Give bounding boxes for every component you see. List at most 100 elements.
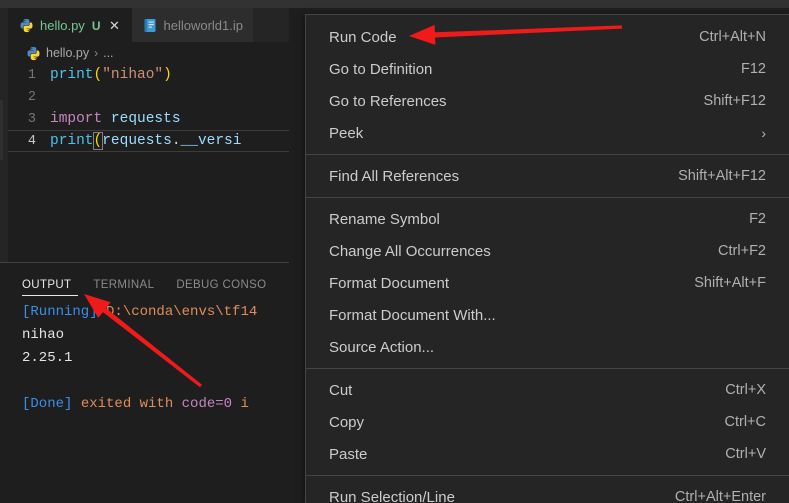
menu-item-label: Cut bbox=[329, 381, 353, 399]
menu-item-source-action[interactable]: Source Action... bbox=[306, 331, 789, 363]
menu-item-shortcut: Ctrl+C bbox=[724, 414, 767, 430]
tab-label: hello.py bbox=[40, 18, 85, 33]
code-token: import bbox=[50, 111, 103, 127]
code-token: . bbox=[171, 133, 181, 149]
output-line: nihao bbox=[22, 324, 289, 347]
menu-item-label: Format Document bbox=[329, 274, 450, 292]
panel-tab-terminal[interactable]: TERMINAL bbox=[93, 279, 154, 291]
python-file-icon bbox=[26, 46, 41, 61]
menu-item-label: Source Action... bbox=[329, 338, 435, 356]
menu-item-shortcut: F12 bbox=[741, 61, 766, 77]
code-token: "nihao" bbox=[102, 67, 164, 83]
output-token: nihao bbox=[22, 327, 65, 343]
menu-item-shortcut: Ctrl+V bbox=[725, 446, 766, 462]
code-line[interactable]: 3 import requests bbox=[8, 108, 289, 130]
tab-unsaved-badge: U bbox=[91, 18, 101, 33]
menu-item-shortcut: Shift+F12 bbox=[703, 93, 766, 109]
line-number: 3 bbox=[27, 111, 36, 127]
menu-item-format-document[interactable]: Format Document Shift+Alt+F bbox=[306, 267, 789, 299]
panel-tab-debug-conso[interactable]: DEBUG CONSO bbox=[176, 279, 266, 291]
code-token: ) bbox=[163, 67, 172, 83]
code-line-text: print(requests.__versi bbox=[50, 132, 241, 150]
menu-item-label: Peek bbox=[329, 124, 364, 142]
output-token: 2.25.1 bbox=[22, 350, 73, 366]
notebook-file-icon bbox=[143, 18, 157, 33]
menu-item-cut[interactable]: Cut Ctrl+X bbox=[306, 374, 789, 406]
close-icon[interactable]: ✕ bbox=[106, 18, 122, 34]
output-line: 2.25.1 bbox=[22, 347, 289, 370]
menu-item-shortcut: Ctrl+X bbox=[725, 382, 766, 398]
menu-item-peek[interactable]: Peek › bbox=[306, 117, 789, 149]
menu-item-shortcut: Ctrl+Alt+N bbox=[699, 29, 766, 45]
menu-item-run-selection-line[interactable]: Run Selection/Line Ctrl+Alt+Enter bbox=[306, 481, 789, 503]
menu-separator bbox=[306, 154, 789, 155]
menu-item-go-to-references[interactable]: Go to References Shift+F12 bbox=[306, 85, 789, 117]
menu-item-label: Go to References bbox=[329, 92, 447, 110]
menu-item-label: Go to Definition bbox=[329, 60, 433, 78]
line-number: 4 bbox=[27, 133, 36, 149]
code-token: ( bbox=[93, 67, 103, 83]
code-token: print bbox=[50, 67, 94, 83]
output-token: i bbox=[232, 396, 249, 412]
breadcrumb-file[interactable]: hello.py bbox=[46, 46, 89, 60]
menu-item-label: Run Selection/Line bbox=[329, 488, 455, 503]
code-line[interactable]: 1 print("nihao") bbox=[8, 64, 289, 86]
code-line[interactable]: 2 bbox=[8, 86, 289, 108]
menu-item-go-to-definition[interactable]: Go to Definition F12 bbox=[306, 53, 789, 85]
menu-item-paste[interactable]: Paste Ctrl+V bbox=[306, 438, 789, 470]
bottom-panel: OUTPUT TERMINAL DEBUG CONSO [Running] D:\c… bbox=[0, 263, 289, 503]
chevron-right-icon: › bbox=[94, 46, 99, 60]
menu-item-shortcut: F2 bbox=[749, 211, 766, 227]
menu-item-label: Find All References bbox=[329, 167, 460, 185]
breadcrumb[interactable]: hello.py › ... bbox=[8, 42, 289, 64]
menu-item-shortcut: Shift+Alt+F12 bbox=[678, 168, 766, 184]
menu-separator bbox=[306, 368, 789, 369]
output-console[interactable]: [Running] D:\conda\envs\tf14 nihao 2.25.1 … bbox=[0, 301, 289, 416]
line-number: 1 bbox=[27, 67, 36, 83]
menu-item-label: Format Document With... bbox=[329, 306, 496, 324]
menu-item-copy[interactable]: Copy Ctrl+C bbox=[306, 406, 789, 438]
code-token: __versi bbox=[180, 133, 242, 149]
editor-tab-bar: hello.py U ✕ helloworld1.ip bbox=[8, 8, 289, 42]
code-line[interactable]: 4 print(requests.__versi bbox=[8, 130, 289, 152]
menu-item-run-code[interactable]: Run Code Ctrl+Alt+N bbox=[306, 21, 789, 53]
panel-tab-output[interactable]: OUTPUT bbox=[22, 279, 71, 291]
code-editor[interactable]: 1 print("nihao") 2 3 import requests 4 print(r… bbox=[8, 64, 289, 262]
editor-context-menu[interactable]: Run Code Ctrl+Alt+N Go to Definition F12 Go … bbox=[305, 14, 789, 503]
menu-item-label: Paste bbox=[329, 445, 368, 463]
breadcrumb-more[interactable]: ... bbox=[103, 46, 113, 60]
menu-item-change-all-occurrences[interactable]: Change All Occurrences Ctrl+F2 bbox=[306, 235, 789, 267]
menu-item-shortcut: Ctrl+F2 bbox=[718, 243, 766, 259]
title-bar bbox=[0, 0, 789, 8]
menu-item-format-document-with[interactable]: Format Document With... bbox=[306, 299, 789, 331]
output-token: D:\conda\envs\tf14 bbox=[97, 304, 258, 320]
menu-item-label: Copy bbox=[329, 413, 365, 431]
code-token: print bbox=[50, 133, 94, 149]
menu-item-label: Rename Symbol bbox=[329, 210, 440, 228]
menu-item-find-all-references[interactable]: Find All References Shift+Alt+F12 bbox=[306, 160, 789, 192]
output-token: exited with bbox=[72, 396, 182, 412]
output-line: [Done] exited with code=0 i bbox=[22, 393, 289, 416]
python-file-icon bbox=[19, 18, 34, 33]
menu-item-label: Change All Occurrences bbox=[329, 242, 491, 260]
output-line: [Running] D:\conda\envs\tf14 bbox=[22, 301, 289, 324]
menu-item-rename-symbol[interactable]: Rename Symbol F2 bbox=[306, 203, 789, 235]
output-token: [Running] bbox=[22, 304, 98, 320]
menu-item-shortcut: Ctrl+Alt+Enter bbox=[674, 489, 766, 503]
output-token: code=0 bbox=[181, 396, 233, 412]
chevron-right-icon: › bbox=[761, 125, 766, 141]
code-token: requests bbox=[102, 133, 172, 149]
code-line-text: print("nihao") bbox=[50, 67, 172, 83]
tab-hello-py[interactable]: hello.py U ✕ bbox=[8, 8, 133, 42]
tab-label: helloworld1.ip bbox=[163, 17, 243, 33]
activity-bar-sliver bbox=[0, 8, 8, 262]
output-token: [Done] bbox=[22, 396, 73, 412]
menu-separator bbox=[306, 197, 789, 198]
code-line-text: import requests bbox=[50, 111, 181, 127]
menu-item-shortcut: Shift+Alt+F bbox=[694, 275, 766, 291]
code-token: requests bbox=[110, 111, 181, 127]
menu-item-label: Run Code bbox=[329, 28, 397, 46]
tab-helloworld1-ipynb[interactable]: helloworld1.ip bbox=[132, 8, 253, 42]
